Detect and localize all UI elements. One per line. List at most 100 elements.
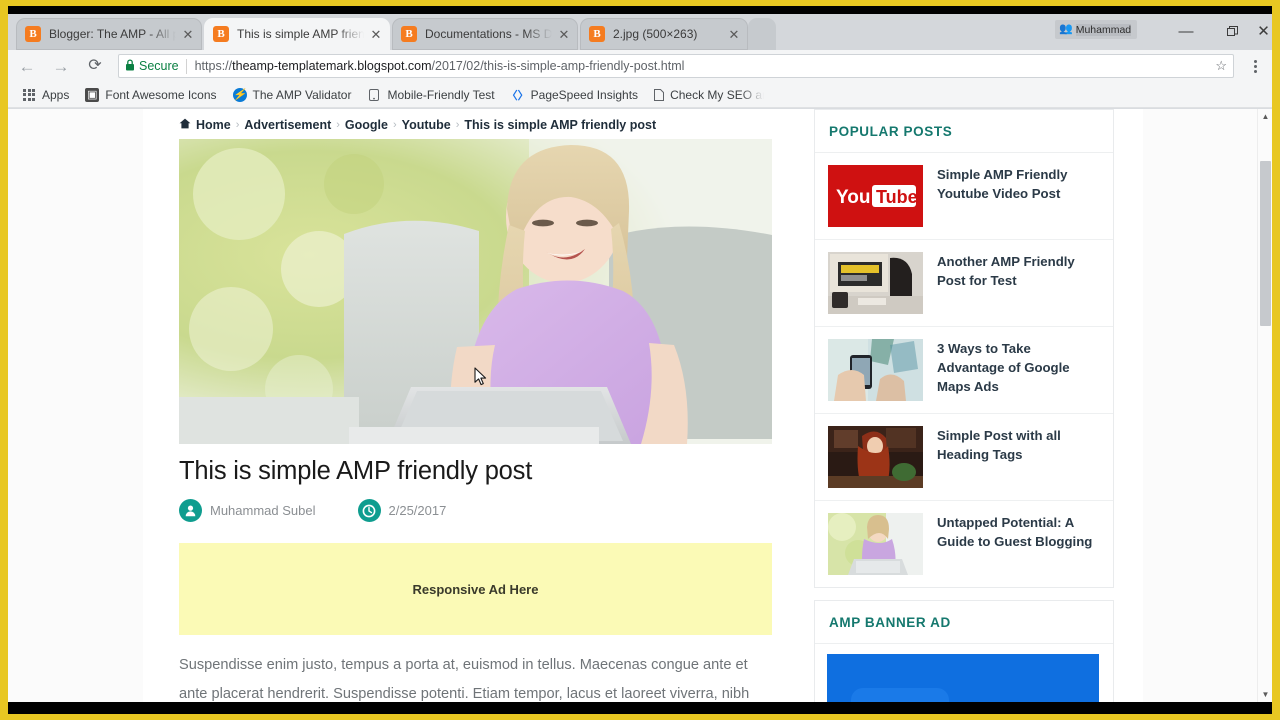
bookmark-star-icon[interactable]: ☆: [1209, 58, 1227, 74]
bookmark-mobile-friendly-test[interactable]: Mobile-Friendly Test: [359, 84, 502, 106]
omnibox-divider: [185, 58, 187, 74]
back-icon[interactable]: ←: [12, 51, 42, 81]
bookmark-check-my-seo[interactable]: Check My SEO and Fr: [646, 84, 764, 106]
page-scrollbar[interactable]: ▲ ▼: [1257, 109, 1272, 702]
ad-placeholder-label: Responsive Ad Here: [412, 581, 539, 597]
profile-name: Muhammad: [1075, 23, 1132, 36]
woman-laptop-illustration: [828, 513, 923, 575]
breadcrumb-item-advertisement[interactable]: Advertisement: [244, 118, 331, 132]
list-item-title: Another AMP Friendly Post for Test: [937, 254, 1075, 288]
browser-tab-4[interactable]: B 2.jpg (500×263) ✕: [580, 18, 748, 50]
blogger-icon: B: [25, 26, 41, 42]
browser-tab-2-active[interactable]: B This is simple AMP friend ✕: [204, 18, 390, 50]
forward-icon[interactable]: →: [46, 51, 76, 81]
mouse-cursor: [474, 367, 488, 392]
bookmark-pagespeed-insights[interactable]: 〈〉 PageSpeed Insights: [503, 84, 646, 106]
yahoo-mail-banner-ad[interactable]: YAHOO! MAIL: [827, 654, 1099, 702]
url-path: /2017/02/this-is-simple-amp-friendly-pos…: [431, 59, 685, 73]
post-body-text: Suspendisse enim justo, tempus a porta a…: [179, 657, 750, 702]
list-item[interactable]: Another AMP Friendly Post for Test: [815, 240, 1113, 327]
close-window-button[interactable]: ✕: [1255, 14, 1272, 48]
list-item[interactable]: Simple Post with all Heading Tags: [815, 414, 1113, 501]
close-icon[interactable]: ✕: [556, 26, 572, 42]
bookmark-apps[interactable]: Apps: [14, 84, 77, 106]
youtube-logo-thumb: You Tube: [828, 165, 923, 227]
blog-content-shell: Home › Advertisement › Google › Youtube …: [143, 109, 1143, 702]
amp-banner-ad-widget: AMP BANNER AD YAHOO! MAI: [814, 600, 1114, 702]
date-text: 2/25/2017: [388, 503, 447, 518]
bookmark-amp-validator[interactable]: ⚡ The AMP Validator: [225, 84, 360, 106]
breadcrumb-separator: ›: [392, 119, 397, 131]
amp-banner-ad-title: AMP BANNER AD: [815, 601, 1113, 644]
bookmark-label: Mobile-Friendly Test: [387, 87, 495, 102]
youtube-icon: You Tube: [828, 165, 923, 227]
woman-laptop-thumb: [828, 513, 923, 575]
list-item-title: Simple AMP Friendly Youtube Video Post: [937, 167, 1068, 201]
post-meta: Muhammad Subel 2/25/2017: [179, 499, 446, 522]
list-item-title: 3 Ways to Take Advantage of Google Maps …: [937, 341, 1070, 394]
profile-button[interactable]: 👥 Muhammad: [1055, 20, 1137, 39]
scroll-down-arrow-icon[interactable]: ▼: [1258, 687, 1272, 702]
browser-tab-3[interactable]: B Documentations - MS Do ✕: [392, 18, 578, 50]
post-hero-image: [179, 139, 772, 444]
woman-redhair-illustration: [828, 426, 923, 488]
bookmarks-bar: Apps ▣ Font Awesome Icons ⚡ The AMP Vali…: [8, 82, 1272, 108]
chrome-browser-window: B Blogger: The AMP - All p ✕ B This is s…: [8, 6, 1272, 702]
yahoo-mail-ad-illustration: YAHOO! MAIL: [827, 654, 1099, 702]
desk-monitor-thumb: [828, 252, 923, 314]
list-item-title: Untapped Potential: A Guide to Guest Blo…: [937, 515, 1093, 549]
apps-grid-icon: [22, 88, 36, 102]
browser-tab-1[interactable]: B Blogger: The AMP - All p ✕: [16, 18, 202, 50]
address-bar[interactable]: Secure https://theamp-templatemark.blogs…: [118, 54, 1234, 78]
amp-bolt-icon: ⚡: [232, 87, 247, 102]
list-item[interactable]: Untapped Potential: A Guide to Guest Blo…: [815, 501, 1113, 587]
screenshot-frame: B Blogger: The AMP - All p ✕ B This is s…: [0, 0, 1280, 720]
breadcrumb-item-youtube[interactable]: Youtube: [402, 118, 451, 132]
tab-title: Blogger: The AMP - All p: [49, 27, 176, 41]
popular-posts-title: POPULAR POSTS: [815, 110, 1113, 153]
breadcrumb: Home › Advertisement › Google › Youtube …: [179, 109, 779, 132]
home-icon: [179, 118, 191, 132]
bookmark-label: PageSpeed Insights: [530, 87, 639, 102]
frame-border-bottom: [0, 714, 1280, 720]
list-item[interactable]: You Tube Simple AMP Friendly Youtube Vid…: [815, 153, 1113, 240]
close-icon[interactable]: ✕: [726, 26, 742, 42]
restore-icon: [1226, 25, 1238, 36]
popular-posts-widget: POPULAR POSTS You Tube Simple AMP Friend…: [814, 109, 1114, 588]
breadcrumb-home-label: Home: [196, 118, 231, 132]
page-title: This is simple AMP friendly post: [179, 457, 533, 485]
breadcrumb-current: This is simple AMP friendly post: [464, 118, 657, 132]
new-tab-button[interactable]: [748, 18, 776, 50]
kebab-menu-icon[interactable]: [1242, 52, 1268, 80]
clock-icon: [357, 499, 381, 522]
browser-toolbar: ← → ⟳ Secure https://theamp-templatemark…: [8, 50, 1272, 82]
amp-banner-ad-body: YAHOO! MAIL: [815, 644, 1113, 702]
bookmark-font-awesome-icons[interactable]: ▣ Font Awesome Icons: [77, 84, 224, 106]
close-icon[interactable]: ✕: [368, 26, 384, 42]
close-icon[interactable]: ✕: [180, 26, 196, 42]
maximize-button[interactable]: [1209, 14, 1255, 48]
frame-border-right: [1272, 0, 1280, 720]
reload-icon[interactable]: ⟳: [80, 51, 110, 81]
hands-phone-illustration: [828, 339, 923, 401]
secure-label: Secure: [139, 59, 179, 73]
breadcrumb-item-google[interactable]: Google: [345, 118, 388, 132]
breadcrumb-separator: ›: [235, 119, 240, 131]
tab-title: This is simple AMP friend: [237, 27, 364, 41]
blogger-icon: B: [589, 26, 605, 42]
blogger-icon: B: [213, 26, 229, 42]
user-icon: [179, 499, 202, 522]
scroll-up-arrow-icon[interactable]: ▲: [1258, 109, 1272, 124]
url-scheme: https://: [194, 59, 233, 73]
minimize-button[interactable]: —: [1163, 14, 1209, 48]
url-text: https://theamp-templatemark.blogspot.com…: [195, 59, 685, 73]
responsive-ad-slot[interactable]: Responsive Ad Here: [179, 543, 772, 635]
list-item[interactable]: 3 Ways to Take Advantage of Google Maps …: [815, 327, 1113, 414]
tab-title: Documentations - MS Do: [425, 27, 552, 41]
woman-redhair-thumb: [828, 426, 923, 488]
scrollbar-thumb[interactable]: [1260, 161, 1271, 326]
window-top-strip: [8, 6, 1272, 14]
breadcrumb-separator: ›: [455, 119, 460, 131]
author-name: Muhammad Subel: [210, 503, 316, 518]
breadcrumb-home[interactable]: Home: [179, 118, 231, 132]
